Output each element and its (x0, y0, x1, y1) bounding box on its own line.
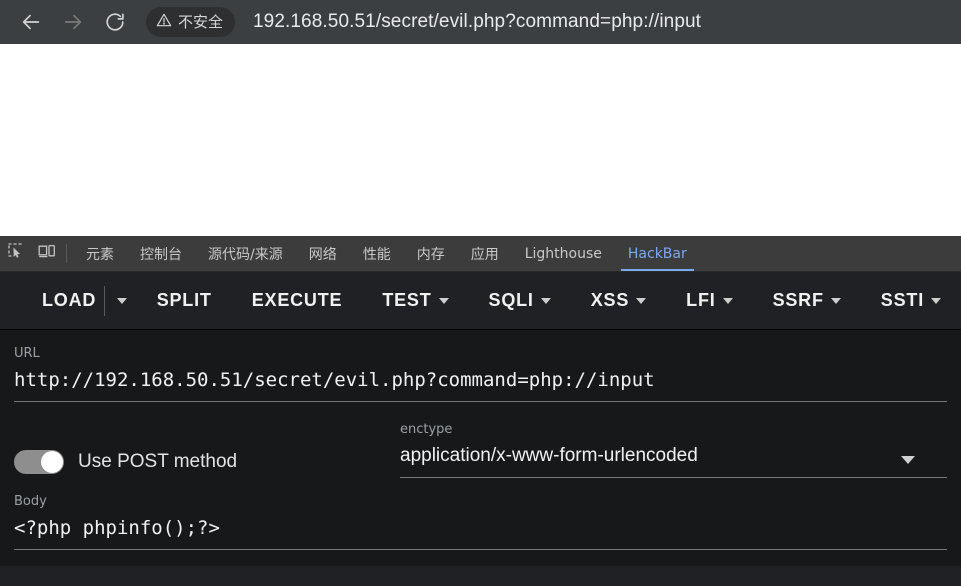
chevron-down-icon (931, 297, 941, 304)
lfi-button-label: LFI (686, 290, 716, 310)
forward-button[interactable] (52, 1, 94, 43)
enctype-field-group[interactable]: enctype application/x-www-form-urlencode… (400, 422, 947, 478)
body-field-label: Body (14, 494, 47, 509)
inspect-element-icon (7, 243, 24, 264)
toolbar-divider (66, 244, 67, 263)
url-field-group: URL http://192.168.50.51/secret/evil.php… (14, 346, 947, 402)
use-post-method-label: Use POST method (78, 451, 238, 472)
inspect-element-button[interactable] (0, 236, 31, 271)
post-and-enctype-row: Use POST method enctype application/x-ww… (14, 422, 947, 478)
load-divider (104, 285, 106, 316)
ssrf-button[interactable]: SSRF (753, 272, 861, 330)
tab-performance[interactable]: 性能 (350, 236, 404, 271)
tab-hackbar[interactable]: HackBar (615, 236, 700, 271)
test-button[interactable]: TEST (362, 272, 468, 330)
lfi-button[interactable]: LFI (666, 272, 752, 330)
tab-network[interactable]: 网络 (296, 236, 350, 271)
tab-elements[interactable]: 元素 (73, 236, 127, 271)
body-input[interactable]: <?php phpinfo();?> (14, 515, 947, 541)
devtools-panel: 元素 控制台 源代码/来源 网络 性能 内存 应用 Lighthouse Hac… (0, 236, 961, 566)
use-post-method-toggle[interactable] (14, 450, 64, 474)
url-input[interactable]: http://192.168.50.51/secret/evil.php?com… (14, 367, 947, 393)
body-input-underline (14, 549, 947, 550)
chevron-down-icon[interactable] (901, 456, 915, 464)
security-status-label: 不安全 (178, 12, 224, 31)
tab-memory[interactable]: 内存 (404, 236, 458, 271)
reload-icon (104, 11, 126, 33)
url-input-underline (14, 401, 947, 402)
browser-toolbar: 不安全 192.168.50.51/secret/evil.php?comman… (0, 0, 961, 44)
chevron-down-icon (830, 297, 841, 304)
execute-button[interactable]: EXECUTE (232, 272, 363, 330)
split-button[interactable]: SPLIT (137, 272, 232, 330)
sqli-button-label: SQLI (488, 290, 534, 310)
xss-button-label: XSS (590, 290, 630, 310)
device-toolbar-icon (38, 243, 56, 264)
body-field-group: Body <?php phpinfo();?> (14, 494, 947, 550)
chevron-down-icon (540, 297, 551, 304)
url-field-label: URL (14, 346, 40, 361)
xss-button[interactable]: XSS (571, 272, 666, 330)
arrow-left-icon (20, 11, 42, 33)
load-button[interactable]: LOAD (22, 272, 102, 330)
tab-sources[interactable]: 源代码/来源 (195, 236, 296, 271)
devtools-tabbar: 元素 控制台 源代码/来源 网络 性能 内存 应用 Lighthouse Hac… (0, 236, 961, 272)
back-button[interactable] (10, 1, 52, 43)
enctype-underline (400, 477, 947, 478)
chevron-down-icon (636, 297, 647, 304)
hackbar-form: URL http://192.168.50.51/secret/evil.php… (0, 330, 961, 566)
hackbar-toolbar: LOAD SPLIT EXECUTE TEST SQLI XSS LFI SSR… (0, 272, 961, 330)
omnibox[interactable]: 不安全 192.168.50.51/secret/evil.php?comman… (146, 1, 961, 43)
chevron-down-icon (116, 297, 127, 304)
warning-triangle-icon (156, 12, 172, 33)
address-bar-url[interactable]: 192.168.50.51/secret/evil.php?command=ph… (253, 11, 701, 33)
enctype-select-value[interactable]: application/x-www-form-urlencoded (400, 443, 947, 469)
reload-button[interactable] (94, 1, 136, 43)
arrow-right-icon (62, 11, 84, 33)
use-post-method-group[interactable]: Use POST method (14, 450, 400, 478)
page-viewport (0, 44, 961, 236)
sqli-button[interactable]: SQLI (469, 272, 571, 330)
device-toolbar-button[interactable] (31, 236, 62, 271)
ssti-button-label: SSTI (880, 290, 924, 310)
security-status-chip[interactable]: 不安全 (146, 7, 236, 37)
chevron-down-icon (438, 297, 449, 304)
ssti-button[interactable]: SSTI (861, 272, 961, 330)
tab-application[interactable]: 应用 (458, 236, 512, 271)
tab-lighthouse[interactable]: Lighthouse (512, 236, 615, 271)
tab-console[interactable]: 控制台 (127, 236, 195, 271)
enctype-field-label: enctype (400, 422, 453, 437)
test-button-label: TEST (382, 290, 432, 310)
load-dropdown-button[interactable] (107, 272, 137, 330)
chevron-down-icon (722, 297, 733, 304)
ssrf-button-label: SSRF (772, 290, 824, 310)
